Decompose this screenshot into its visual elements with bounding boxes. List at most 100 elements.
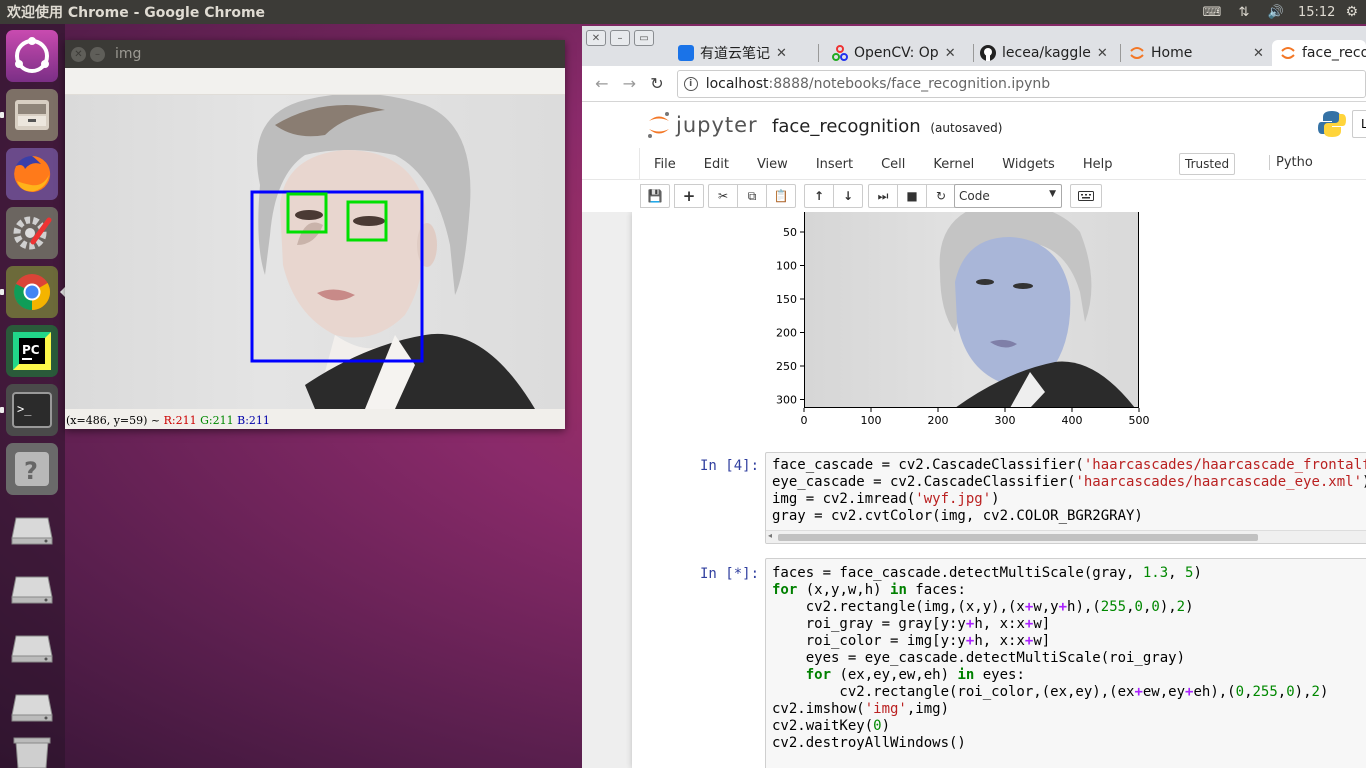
trash-icon[interactable] (6, 724, 58, 768)
menu-file[interactable]: File (640, 157, 690, 172)
drive-icon[interactable] (6, 561, 58, 613)
minimize-icon[interactable]: – (90, 46, 105, 62)
tab-strip: ✕ – ▭ 有道云笔记 ✕ OpenCV: Op ✕ lecea/kaggle … (582, 26, 1366, 66)
opencv-image-window[interactable]: ✕ – img (x=486, y=59) ~ R:211 G:211 B:21… (65, 40, 565, 429)
keyboard-icon[interactable]: ⌨ (1196, 0, 1228, 24)
code-line: img = cv2.imread('wyf.jpg') (772, 491, 1000, 507)
clock[interactable]: 15:12 (1292, 5, 1345, 20)
notebook-name[interactable]: face_recognition (autosaved) (772, 116, 1002, 137)
chrome-icon[interactable] (6, 266, 58, 318)
run-icon[interactable]: ⏭ (868, 184, 898, 208)
tab-face-recognition[interactable]: face_reco (1272, 40, 1366, 66)
jupyter-icon (1130, 47, 1144, 59)
y-tick-label: 300 (776, 394, 797, 407)
cell-prompt: In [4]: (700, 458, 760, 474)
code-line: for (x,y,w,h) in faces: (772, 582, 966, 598)
volume-icon[interactable]: 🔊 (1260, 0, 1292, 24)
horizontal-scrollbar[interactable]: ◂ (766, 530, 1366, 543)
svg-text:?: ? (24, 457, 38, 485)
x-tick-label: 400 (1062, 414, 1083, 427)
move-up-icon[interactable]: ↑ (804, 184, 834, 208)
tab-close-icon[interactable]: ✕ (776, 46, 787, 61)
image-canvas[interactable] (65, 95, 565, 409)
opencv-icon (832, 45, 848, 61)
forward-icon[interactable]: → (616, 74, 644, 93)
trusted-badge[interactable]: Trusted (1179, 153, 1236, 175)
files-icon[interactable] (6, 89, 58, 141)
restart-icon[interactable]: ↻ (926, 184, 956, 208)
y-tick-label: 200 (776, 327, 797, 340)
terminal-icon[interactable]: >_ (6, 384, 58, 436)
menu-kernel[interactable]: Kernel (919, 157, 988, 172)
pixel-b: B:211 (237, 414, 270, 427)
move-down-icon[interactable]: ↓ (833, 184, 863, 208)
insert-cell-icon[interactable]: + (674, 184, 704, 208)
menu-insert[interactable]: Insert (802, 157, 867, 172)
tab-opencv[interactable]: OpenCV: Op ✕ (832, 40, 967, 66)
menu-edit[interactable]: Edit (690, 157, 743, 172)
scrollbar-thumb[interactable] (778, 534, 1258, 541)
minimize-window-icon[interactable]: – (610, 30, 630, 46)
notebook-scroll-area[interactable]: 50 100 150 200 250 300 0 100 200 300 400 500 In [4… (582, 212, 1366, 768)
paste-icon[interactable]: 📋 (766, 184, 796, 208)
maximize-window-icon[interactable]: ▭ (634, 30, 654, 46)
github-icon (980, 45, 996, 61)
cell-type-select[interactable]: Code ▼ (954, 184, 1062, 208)
gear-icon[interactable]: ⚙ (1345, 4, 1366, 20)
jupyter-logo-icon (648, 112, 669, 138)
code-line: cv2.waitKey(0) (772, 718, 891, 734)
reload-icon[interactable]: ↻ (643, 74, 671, 93)
tab-github[interactable]: lecea/kaggle ✕ (980, 40, 1113, 66)
code-cell[interactable]: face_cascade = cv2.CascadeClassifier('ha… (765, 452, 1366, 544)
menu-widgets[interactable]: Widgets (988, 157, 1069, 172)
close-window-icon[interactable]: ✕ (586, 30, 606, 46)
code-cell[interactable]: faces = face_cascade.detectMultiScale(gr… (765, 558, 1366, 768)
tab-close-icon[interactable]: ✕ (1253, 46, 1264, 61)
youdao-icon (678, 45, 694, 61)
stop-icon[interactable]: ■ (897, 184, 927, 208)
code-line: cv2.rectangle(img,(x,y),(x+w,y+h),(255,0… (772, 599, 1194, 615)
code-line: faces = face_cascade.detectMultiScale(gr… (772, 565, 1202, 581)
save-icon[interactable]: 💾 (640, 184, 670, 208)
window-titlebar[interactable]: ✕ – img (65, 40, 565, 68)
code-string: 'haarcascades/haarcascade_frontalface_de… (1083, 457, 1366, 473)
drive-icon[interactable] (6, 502, 58, 554)
y-tick-label: 250 (776, 360, 797, 373)
jupyter-logo[interactable]: jupyter (646, 110, 758, 140)
drive-icon[interactable] (6, 620, 58, 672)
back-icon[interactable]: ← (588, 74, 616, 93)
pixel-coords: (x=486, y=59) ~ (66, 414, 164, 427)
dash-icon[interactable] (6, 30, 58, 82)
jupyter-toolbar: 💾 + ✂ ⧉ 📋 ↑ ↓ ⏭ ■ ↻ Code ▼ (582, 180, 1366, 214)
menu-view[interactable]: View (743, 157, 802, 172)
firefox-icon[interactable] (6, 148, 58, 200)
y-tick-label: 50 (783, 226, 797, 239)
tab-close-icon[interactable]: ✕ (1097, 46, 1108, 61)
pixel-status-line: (x=486, y=59) ~ R:211 G:211 B:211 (65, 409, 565, 429)
tab-close-icon[interactable]: ✕ (945, 46, 956, 61)
pycharm-icon[interactable]: PC (6, 325, 58, 377)
tab-home[interactable]: Home ✕ (1129, 40, 1264, 66)
menu-cell[interactable]: Cell (867, 157, 919, 172)
help-icon[interactable]: ? (6, 443, 58, 495)
x-tick-label: 0 (801, 414, 808, 427)
cut-icon[interactable]: ✂ (708, 184, 738, 208)
info-icon[interactable]: i (683, 76, 698, 91)
cell-prompt: In [*]: (700, 566, 760, 582)
tab-youdao[interactable]: 有道云笔记 ✕ (678, 40, 808, 66)
python-icon (1318, 111, 1346, 137)
scroll-left-icon[interactable]: ◂ (768, 531, 772, 540)
active-window-title: 欢迎使用 Chrome - Google Chrome (7, 5, 266, 21)
kernel-indicator[interactable]: Pytho (1269, 155, 1313, 170)
copy-icon[interactable]: ⧉ (737, 184, 767, 208)
logout-button[interactable]: L (1352, 110, 1366, 138)
address-bar[interactable]: i localhost:8888/notebooks/face_recognit… (676, 69, 1366, 98)
network-icon[interactable]: ⇅ (1228, 0, 1260, 24)
system-settings-icon[interactable] (6, 207, 58, 259)
code-line: cv2.rectangle(roi_color,(ex,ey),(ex+ew,e… (772, 684, 1329, 700)
close-icon[interactable]: ✕ (71, 46, 86, 62)
command-palette-button[interactable] (1070, 184, 1102, 208)
x-tick-label: 200 (928, 414, 949, 427)
menu-help[interactable]: Help (1069, 157, 1127, 172)
chrome-window[interactable]: ✕ – ▭ 有道云笔记 ✕ OpenCV: Op ✕ lecea/kaggle … (582, 26, 1366, 768)
